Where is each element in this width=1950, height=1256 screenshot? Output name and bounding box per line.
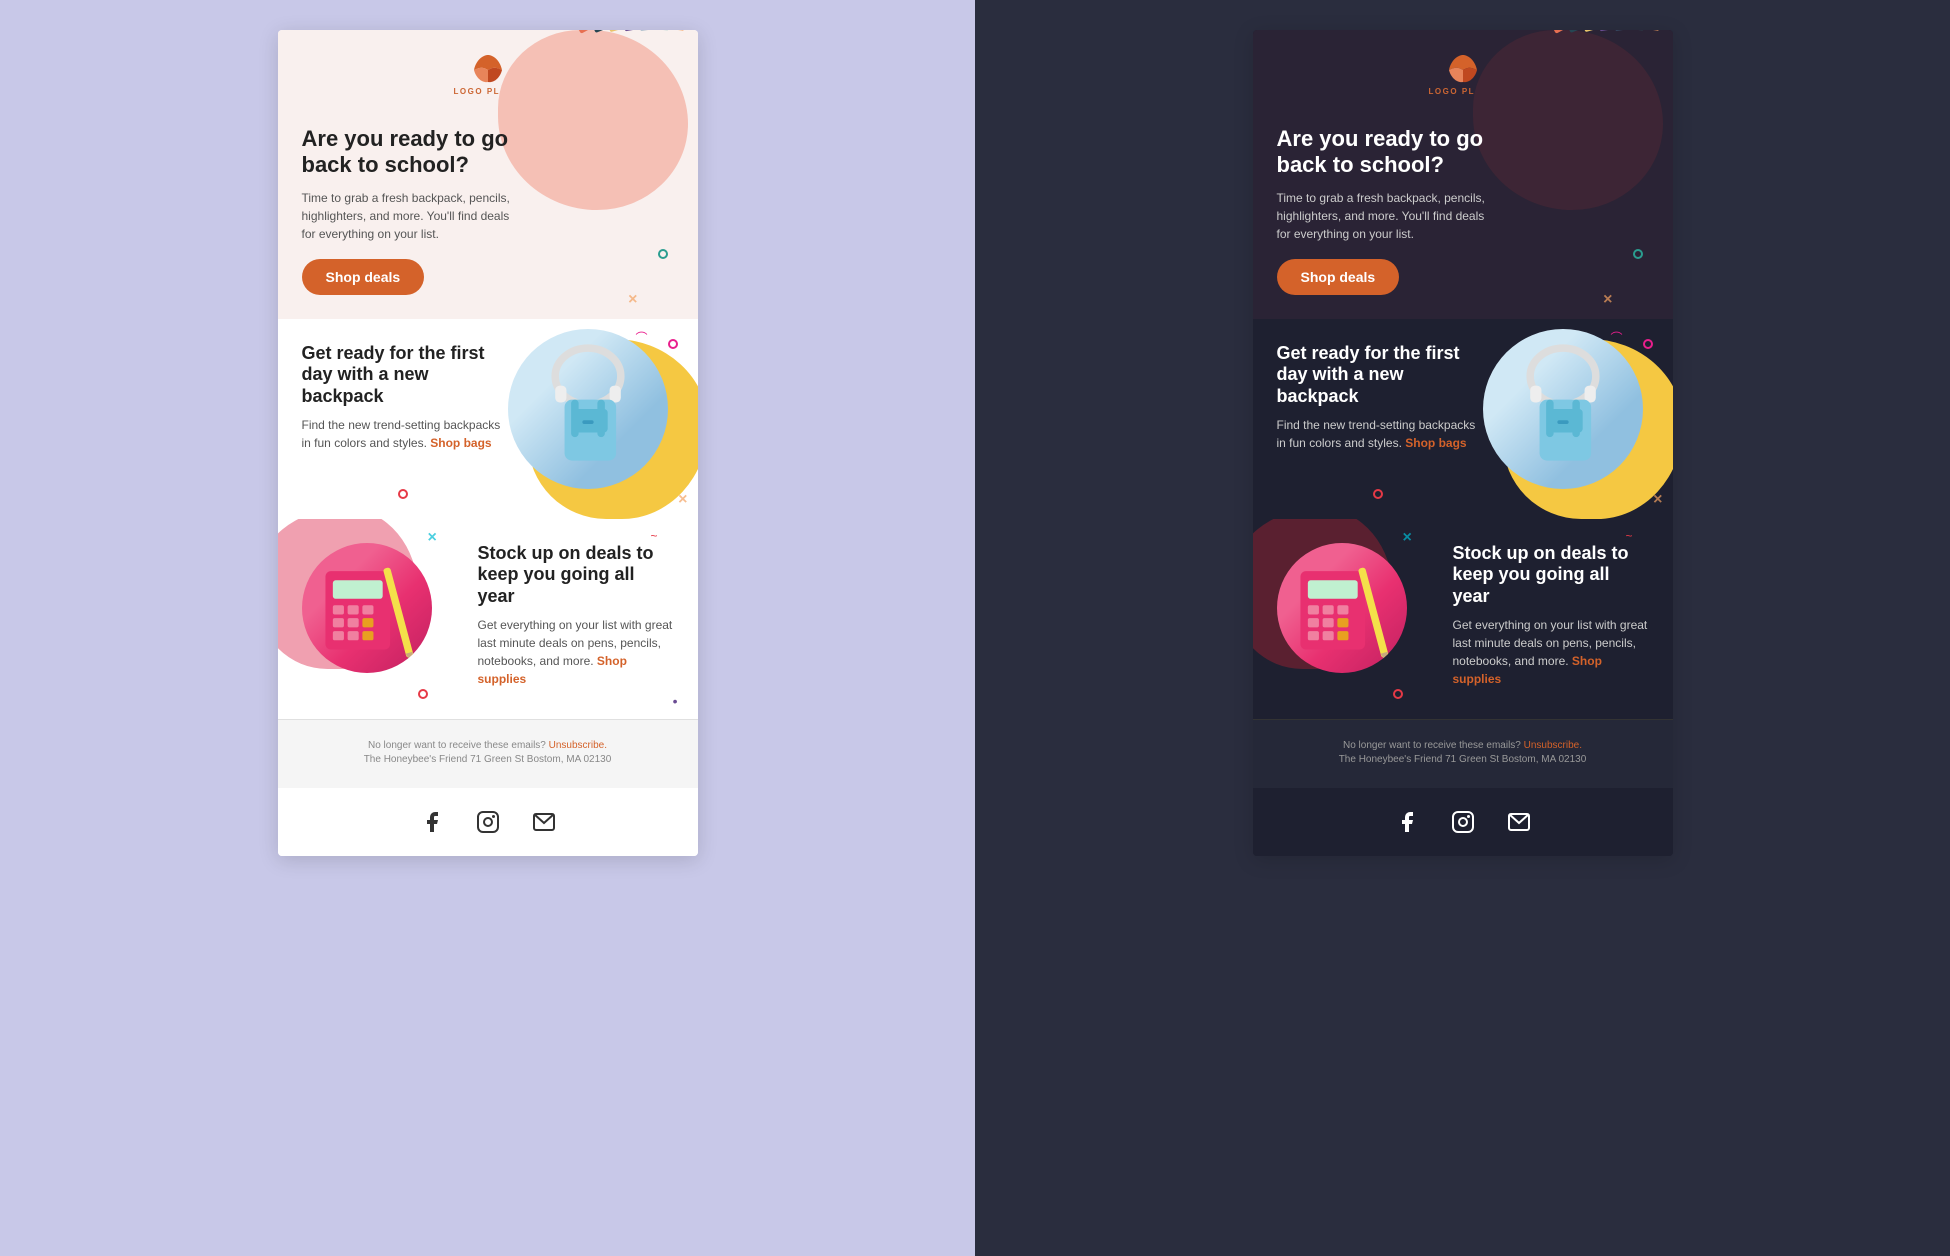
supplies-content-dark: Stock up on deals to keep you going all … — [1453, 543, 1649, 688]
supplies-body-dark: Get everything on your list with great l… — [1453, 616, 1649, 688]
email-icon-dark[interactable] — [1503, 806, 1535, 838]
email-icon-light[interactable] — [528, 806, 560, 838]
social-strip-dark — [1253, 788, 1673, 856]
deco-arc-4: ⌒ — [1610, 329, 1622, 346]
deco-squiggle-2: ~ — [650, 529, 657, 543]
supplies-section-light: Stock up on deals to keep you going all … — [278, 519, 698, 719]
footer-dark: No longer want to receive these emails? … — [1253, 719, 1673, 788]
shop-deals-button-light[interactable]: Shop deals — [302, 259, 425, 295]
email-card-light: LOGO PLACE Are you ready to go back to s… — [278, 30, 698, 856]
hero-title-light: Are you ready to go back to school? — [302, 126, 522, 179]
unsubscribe-link-light[interactable]: Unsubscribe. — [549, 740, 607, 751]
deco-dot-1: • — [673, 693, 678, 709]
backpack-section-dark: Get ready for the first day with a new b… — [1253, 319, 1673, 519]
footer-address-light: The Honeybee's Friend 71 Green St Bostom… — [302, 754, 674, 765]
backpack-image-dark — [1483, 329, 1673, 519]
footer-address-dark: The Honeybee's Friend 71 Green St Bostom… — [1277, 754, 1649, 765]
deco-circle-6 — [1643, 339, 1653, 349]
backpack-body-light: Find the new trend-setting backpacks in … — [302, 416, 507, 452]
deco-circle-4 — [418, 689, 428, 699]
deco-x-1: × — [628, 291, 637, 309]
deco-circle-3 — [398, 489, 408, 499]
deco-x-4: × — [1603, 291, 1612, 309]
footer-text-light: No longer want to receive these emails? … — [302, 740, 674, 751]
deco-circle-1 — [658, 249, 668, 259]
supplies-image-dark — [1277, 543, 1437, 673]
backpack-image-light — [508, 329, 698, 519]
deco-circle-5 — [1633, 249, 1643, 259]
deco-squiggle-4: ~ — [1625, 529, 1632, 543]
supplies-body-light: Get everything on your list with great l… — [478, 616, 674, 688]
deco-arc-2: ⌒ — [635, 329, 647, 346]
deco-x-2: × — [678, 491, 687, 509]
supplies-image-light — [302, 543, 462, 673]
hero-body-dark: Time to grab a fresh backpack, pencils, … — [1277, 189, 1497, 243]
backpack-title-light: Get ready for the first day with a new b… — [302, 343, 507, 408]
backpack-title-dark: Get ready for the first day with a new b… — [1277, 343, 1482, 408]
footer-light: No longer want to receive these emails? … — [278, 719, 698, 788]
supplies-title-dark: Stock up on deals to keep you going all … — [1453, 543, 1649, 608]
shop-deals-button-dark[interactable]: Shop deals — [1277, 259, 1400, 295]
shop-bags-link-dark[interactable]: Shop bags — [1405, 436, 1466, 450]
social-strip-light — [278, 788, 698, 856]
supplies-section-dark: Stock up on deals to keep you going all … — [1253, 519, 1673, 719]
instagram-icon-light[interactable] — [472, 806, 504, 838]
hero-content-dark: Are you ready to go back to school? Time… — [1277, 126, 1497, 295]
deco-circle-8 — [1393, 689, 1403, 699]
deco-x-5: × — [1653, 491, 1662, 509]
supplies-title-light: Stock up on deals to keep you going all … — [478, 543, 674, 608]
light-panel: LOGO PLACE Are you ready to go back to s… — [0, 0, 975, 1256]
shop-bags-link-light[interactable]: Shop bags — [430, 436, 491, 450]
email-card-dark: LOGO PLACE Are you ready to go back to s… — [1253, 30, 1673, 856]
hero-body-light: Time to grab a fresh backpack, pencils, … — [302, 189, 522, 243]
hero-content-light: Are you ready to go back to school? Time… — [302, 126, 522, 295]
backpack-body-dark: Find the new trend-setting backpacks in … — [1277, 416, 1482, 452]
footer-text-dark: No longer want to receive these emails? … — [1277, 740, 1649, 751]
deco-circle-7 — [1373, 489, 1383, 499]
facebook-icon-dark[interactable] — [1391, 806, 1423, 838]
hero-section-light: LOGO PLACE Are you ready to go back to s… — [278, 30, 698, 319]
unsubscribe-link-dark[interactable]: Unsubscribe. — [1524, 740, 1582, 751]
supplies-content-light: Stock up on deals to keep you going all … — [478, 543, 674, 688]
dark-panel: LOGO PLACE Are you ready to go back to s… — [975, 0, 1950, 1256]
backpack-section-light: Get ready for the first day with a new b… — [278, 319, 698, 519]
deco-circle-2 — [668, 339, 678, 349]
hero-title-dark: Are you ready to go back to school? — [1277, 126, 1497, 179]
instagram-icon-dark[interactable] — [1447, 806, 1479, 838]
backpack-content-dark: Get ready for the first day with a new b… — [1277, 343, 1482, 452]
facebook-icon-light[interactable] — [416, 806, 448, 838]
hero-section-dark: LOGO PLACE Are you ready to go back to s… — [1253, 30, 1673, 319]
backpack-content-light: Get ready for the first day with a new b… — [302, 343, 507, 452]
